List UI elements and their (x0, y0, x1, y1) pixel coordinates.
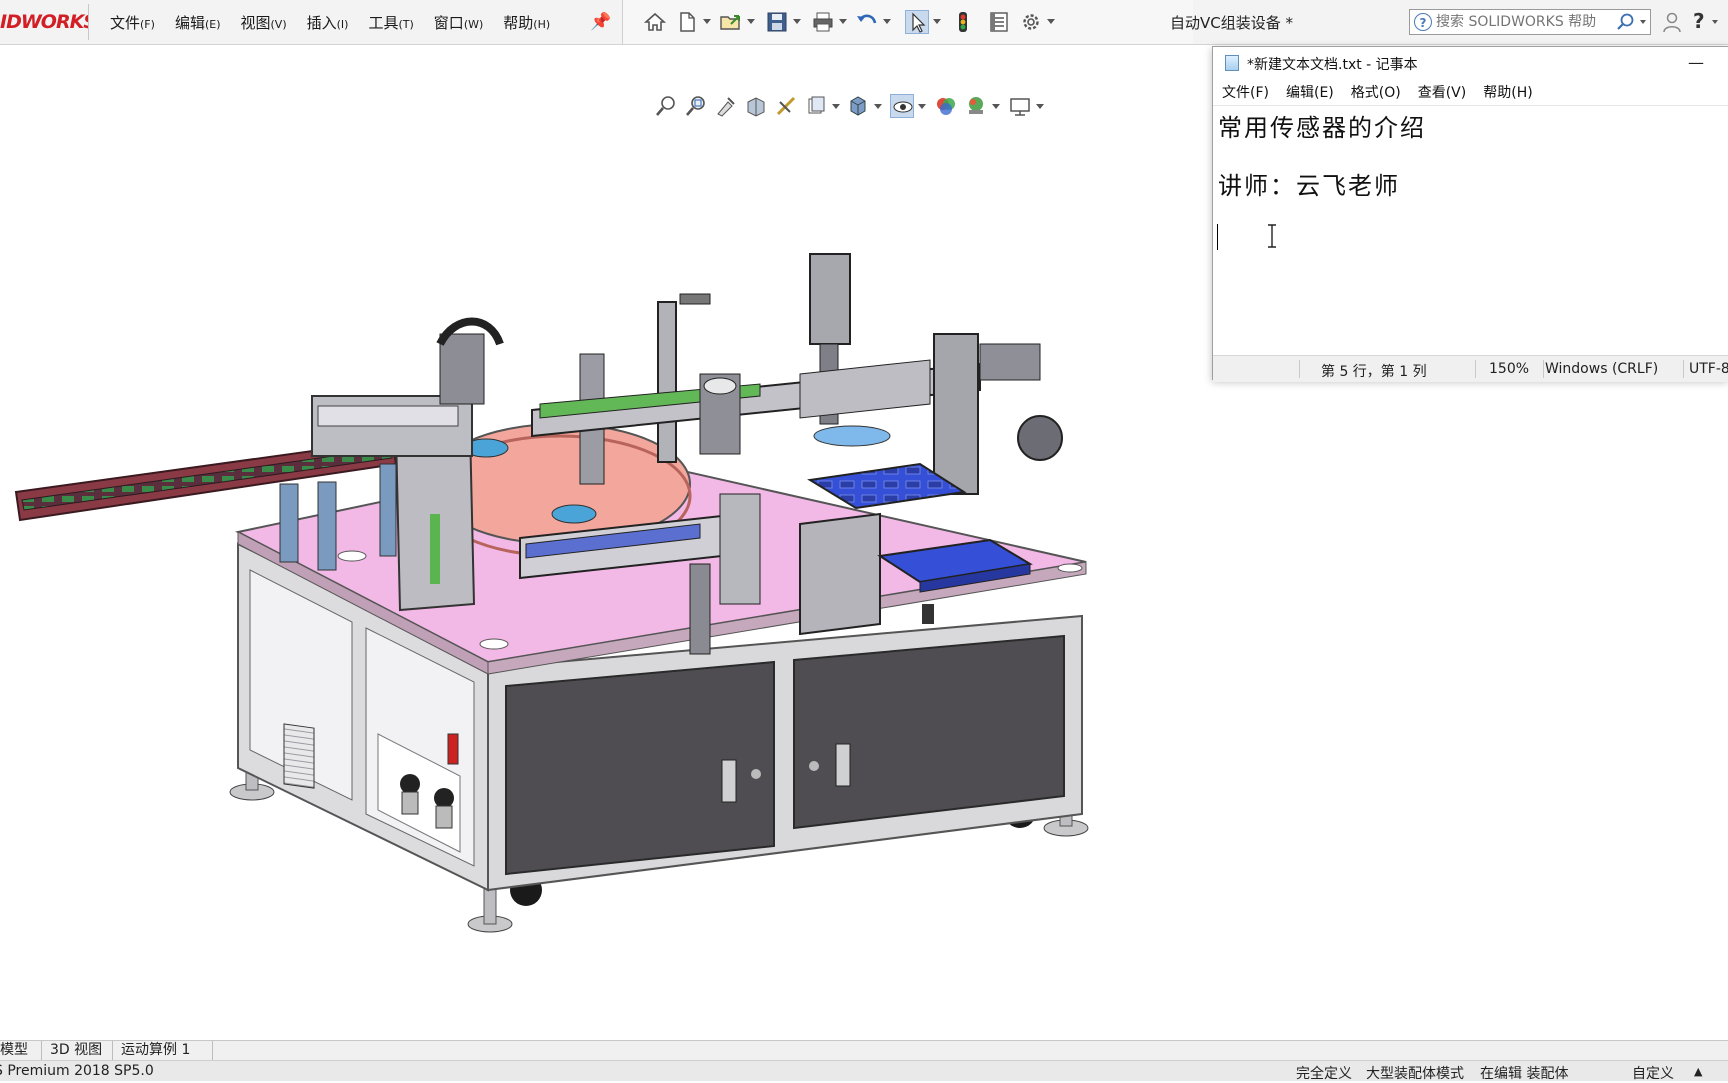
menu-file[interactable]: 文件(F) (110, 12, 155, 33)
custom-units[interactable]: 自定义 (1632, 1063, 1674, 1083)
minimize-button[interactable]: — (1681, 51, 1711, 75)
menu-edit[interactable]: 编辑(E) (175, 12, 221, 33)
help-dropdown[interactable] (1712, 20, 1718, 24)
search-icon[interactable] (1616, 12, 1636, 32)
notepad-status-bar: 第 5 行，第 1 列 150% Windows (CRLF) UTF-8 (1213, 355, 1728, 382)
notepad-menu-format[interactable]: 格式(O) (1351, 82, 1401, 102)
status-bar: S Premium 2018 SP5.0 完全定义 大型装配体模式 在编辑 装配… (0, 1060, 1728, 1083)
logo-divider (88, 4, 89, 40)
options-dropdown[interactable] (1047, 19, 1055, 24)
file-properties-icon[interactable] (987, 10, 1011, 34)
undo-icon[interactable] (855, 10, 879, 34)
previous-view-icon[interactable] (714, 94, 738, 118)
standard-toolbar (622, 0, 1193, 44)
notepad-menu-edit[interactable]: 编辑(E) (1286, 82, 1334, 102)
save-icon[interactable] (765, 10, 789, 34)
document-title: 自动VC组装设备 * (1170, 14, 1294, 32)
tab-3d-view[interactable]: 3D 视图 (42, 1041, 113, 1060)
notepad-window[interactable]: *新建文本文档.txt - 记事本 — 文件(F) 编辑(E) 格式(O) 查看… (1212, 46, 1728, 382)
display-style-dropdown[interactable] (874, 104, 882, 109)
version-text: S Premium 2018 SP5.0 (0, 1063, 154, 1079)
hide-show-dropdown[interactable] (918, 104, 926, 109)
menu-window[interactable]: 窗口(W) (434, 12, 483, 33)
open-dropdown[interactable] (747, 19, 755, 24)
notepad-titlebar[interactable]: *新建文本文档.txt - 记事本 — (1213, 47, 1728, 79)
status-separator (1683, 360, 1684, 378)
undo-dropdown[interactable] (883, 19, 891, 24)
open-icon[interactable] (719, 10, 743, 34)
help-search-input[interactable] (1436, 12, 1606, 32)
apply-scene-icon[interactable] (964, 94, 988, 118)
menu-help[interactable]: 帮助(H) (503, 12, 550, 33)
definition-status: 完全定义 (1296, 1066, 1352, 1082)
help-search-box: ? (1409, 9, 1651, 35)
notepad-menu-help[interactable]: 帮助(H) (1483, 82, 1532, 102)
encoding: UTF-8 (1689, 361, 1728, 377)
home-icon[interactable] (643, 10, 667, 34)
save-dropdown[interactable] (793, 19, 801, 24)
notepad-app-icon (1225, 55, 1239, 71)
print-icon[interactable] (811, 10, 835, 34)
menu-view[interactable]: 视图(V) (241, 12, 287, 33)
editing-status: 在编辑 装配体 (1480, 1066, 1569, 1082)
zoom-level: 150% (1489, 361, 1530, 377)
notepad-menu-view[interactable]: 查看(V) (1418, 82, 1467, 102)
pin-icon[interactable]: 📌 (590, 12, 611, 32)
select-icon[interactable] (905, 10, 929, 34)
print-dropdown[interactable] (839, 19, 847, 24)
status-separator (1475, 360, 1476, 378)
line-ending: Windows (CRLF) (1545, 361, 1659, 377)
main-menu-bar: 文件(F) 编辑(E) 视图(V) 插入(I) 工具(T) 窗口(W) 帮助(H… (110, 0, 570, 44)
tab-model[interactable]: 模型 (0, 1041, 42, 1060)
status-separator (1543, 360, 1544, 378)
options-icon[interactable] (1019, 10, 1043, 34)
help-question-icon: ? (1414, 13, 1432, 31)
view-settings-dropdown[interactable] (1036, 104, 1044, 109)
status-separator (1299, 360, 1300, 378)
view-orientation-dropdown[interactable] (832, 104, 840, 109)
display-style-icon[interactable] (846, 94, 870, 118)
view-orientation-icon[interactable] (804, 94, 828, 118)
heads-up-view-toolbar (650, 90, 1080, 124)
ibeam-cursor-icon (1267, 224, 1277, 248)
notepad-menu-bar: 文件(F) 编辑(E) 格式(O) 查看(V) 帮助(H) (1213, 79, 1728, 105)
select-dropdown[interactable] (933, 19, 941, 24)
assembly-mode-status[interactable]: 大型装配体模式 (1366, 1063, 1464, 1083)
edit-appearance-icon[interactable] (934, 94, 958, 118)
notepad-menu-file[interactable]: 文件(F) (1222, 82, 1269, 102)
zoom-to-fit-icon[interactable] (654, 94, 678, 118)
text-line-3: 讲师：云飞老师 (1218, 172, 1400, 200)
view-settings-icon[interactable] (1008, 94, 1032, 118)
apply-scene-dropdown[interactable] (992, 104, 1000, 109)
text-caret (1217, 224, 1218, 250)
text-line-1: 常用传感器的介绍 (1218, 114, 1426, 142)
solidworks-logo: IDWORKS (0, 11, 88, 33)
help-icon[interactable]: ? (1693, 9, 1705, 33)
dynamic-annotation-icon[interactable] (774, 94, 798, 118)
status-bar-expand-icon[interactable]: ▲ (1694, 1065, 1702, 1078)
hide-show-icon[interactable] (890, 94, 914, 118)
tab-motion-study[interactable]: 运动算例 1 (113, 1041, 213, 1060)
section-view-icon[interactable] (744, 94, 768, 118)
notepad-title: *新建文本文档.txt - 记事本 (1247, 57, 1418, 73)
cursor-position: 第 5 行，第 1 列 (1321, 364, 1427, 380)
notepad-text-area[interactable]: 常用传感器的介绍 讲师：云飞老师 (1213, 105, 1728, 356)
menu-tools[interactable]: 工具(T) (368, 12, 413, 33)
new-document-icon[interactable] (675, 10, 699, 34)
top-bar: IDWORKS 文件(F) 编辑(E) 视图(V) 插入(I) 工具(T) 窗口… (0, 0, 1728, 45)
bottom-tabs-bar: 模型 3D 视图 运动算例 1 (0, 1040, 1728, 1061)
new-document-dropdown[interactable] (703, 19, 711, 24)
menu-insert[interactable]: 插入(I) (307, 12, 349, 33)
zoom-to-area-icon[interactable] (684, 94, 708, 118)
search-options-dropdown[interactable] (1640, 20, 1646, 24)
rebuild-icon[interactable] (951, 10, 975, 34)
user-account-icon[interactable] (1662, 11, 1682, 33)
